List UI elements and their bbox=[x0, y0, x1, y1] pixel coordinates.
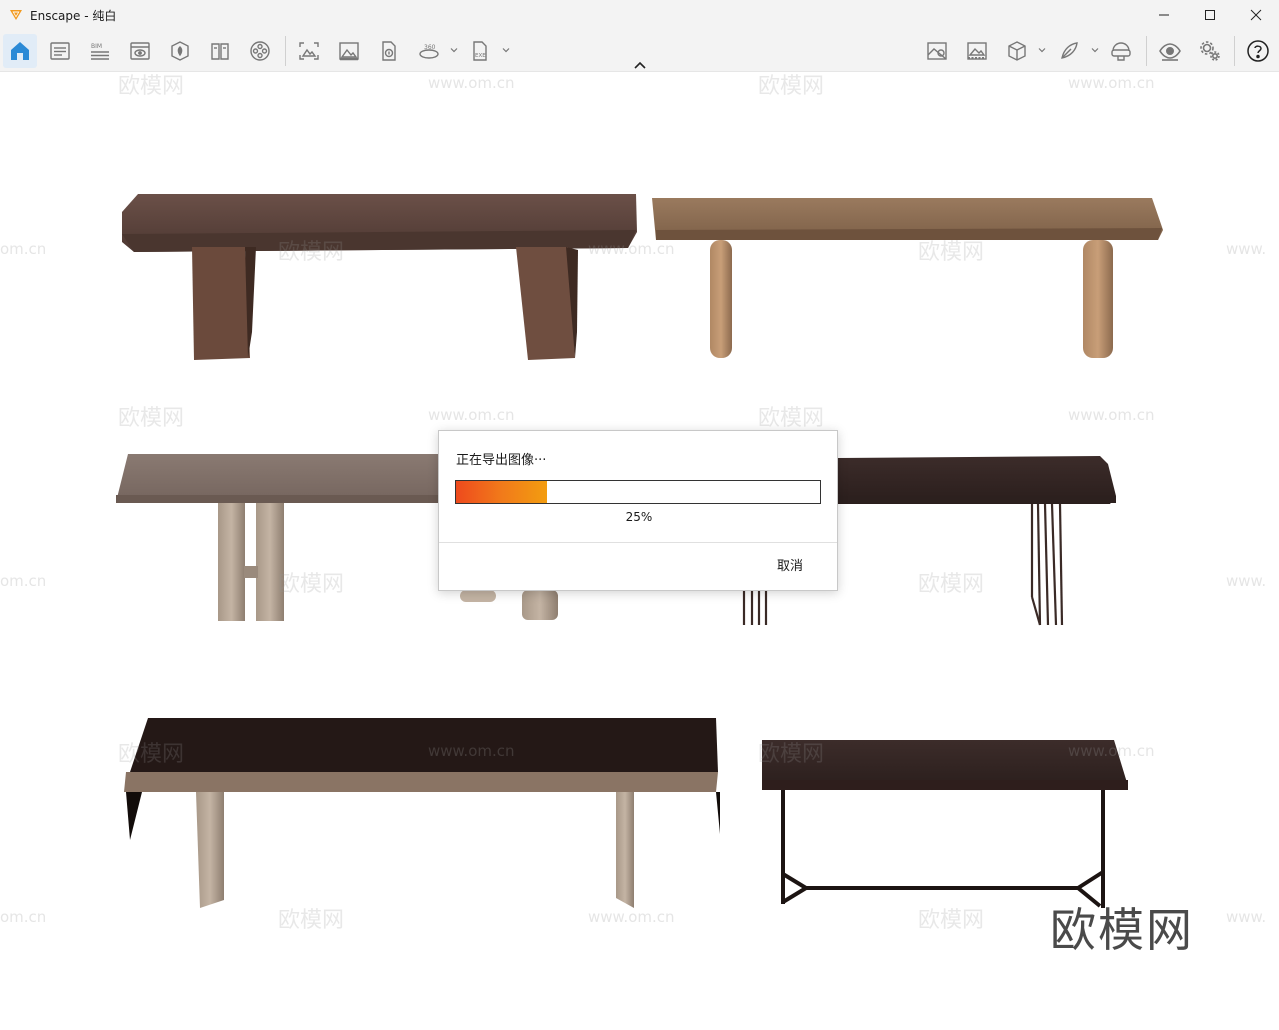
minimize-button[interactable] bbox=[1141, 0, 1187, 30]
toolbar-separator bbox=[1234, 36, 1235, 66]
render-gallery-button[interactable] bbox=[960, 34, 994, 68]
dialog-title: 正在导出图像··· bbox=[456, 453, 547, 468]
enscape-logo-icon bbox=[10, 10, 22, 20]
gears-icon bbox=[1200, 41, 1220, 61]
asset-library-icon bbox=[171, 41, 189, 61]
progress-percent-label: 25% bbox=[625, 510, 653, 524]
watermark-url-prefix: www. bbox=[1226, 572, 1267, 590]
toolbar-separator bbox=[1146, 36, 1147, 66]
image-icon bbox=[339, 42, 359, 61]
map-icon bbox=[927, 42, 947, 60]
eye-button[interactable] bbox=[1153, 34, 1187, 68]
cube-icon bbox=[1008, 41, 1026, 61]
watermark-brand: 欧模网 bbox=[918, 908, 985, 933]
bim-label: BIM bbox=[91, 43, 102, 50]
dialog-divider bbox=[439, 542, 837, 543]
exe-export-label: EXE bbox=[475, 53, 486, 59]
progress-fill bbox=[456, 481, 547, 503]
feather-button[interactable] bbox=[1052, 34, 1086, 68]
feather-dropdown-chevron-icon[interactable] bbox=[1090, 45, 1100, 55]
maximize-icon bbox=[1205, 10, 1215, 20]
watermark-brand: 欧模网 bbox=[758, 74, 825, 99]
panorama-360-label: 360 bbox=[424, 44, 436, 51]
toolbar-separator bbox=[285, 36, 286, 66]
window-controls bbox=[1141, 0, 1279, 30]
minimize-icon bbox=[1159, 14, 1169, 16]
view-icon bbox=[130, 42, 150, 60]
window-title: Enscape - 纯白 bbox=[30, 8, 117, 23]
watermark-brand: 欧模网 bbox=[278, 240, 345, 265]
eye-icon bbox=[1159, 43, 1181, 61]
settings-list-button[interactable] bbox=[43, 34, 77, 68]
watermark-url: www.om.cn bbox=[428, 406, 515, 424]
watermark-url-fragment: om.cn bbox=[0, 908, 47, 926]
panorama-360-icon: 360 bbox=[419, 44, 439, 59]
view-button[interactable] bbox=[123, 34, 157, 68]
close-icon bbox=[1250, 9, 1262, 21]
watermark-brand: 欧模网 bbox=[758, 742, 825, 767]
bench-walnut-round-legs bbox=[652, 198, 1163, 358]
upload-button[interactable] bbox=[372, 34, 406, 68]
panorama-dropdown-chevron-icon[interactable] bbox=[449, 45, 459, 55]
watermark-url: www.om.cn bbox=[428, 742, 515, 760]
watermark-url: www.om.cn bbox=[588, 908, 675, 926]
watermark-brand: 欧模网 bbox=[118, 742, 185, 767]
collapse-toolbar-chevron-icon[interactable] bbox=[632, 60, 648, 70]
material-book-button[interactable] bbox=[203, 34, 237, 68]
screenshot-icon bbox=[299, 42, 319, 60]
upload-icon bbox=[382, 41, 396, 61]
cube-button[interactable] bbox=[1000, 34, 1034, 68]
export-progress-bar bbox=[455, 480, 821, 504]
watermark-brand: 欧模网 bbox=[118, 406, 185, 431]
home-icon bbox=[11, 42, 29, 60]
exe-export-icon: EXE bbox=[473, 41, 487, 61]
bim-button[interactable]: BIM bbox=[83, 34, 117, 68]
enscape-window: Enscape - 纯白 BIM 360 EXE 欧模网 www.om.cn 欧… bbox=[0, 0, 1279, 1030]
bim-icon: BIM bbox=[91, 43, 109, 60]
settings-list-icon bbox=[50, 42, 70, 60]
cancel-button[interactable]: 取消 bbox=[765, 556, 815, 578]
image-button[interactable] bbox=[332, 34, 366, 68]
help-icon bbox=[1247, 40, 1269, 62]
exe-export-button[interactable]: EXE bbox=[463, 34, 497, 68]
help-button[interactable] bbox=[1241, 34, 1275, 68]
vr-headset-icon bbox=[1111, 42, 1131, 61]
brand-logo: 欧模网 bbox=[1050, 903, 1194, 957]
panorama-360-button[interactable]: 360 bbox=[412, 34, 446, 68]
video-reel-icon bbox=[250, 41, 270, 61]
watermark-brand: 欧模网 bbox=[758, 406, 825, 431]
watermark-url-prefix: www. bbox=[1226, 908, 1267, 926]
bench-rustic-slab bbox=[122, 194, 637, 360]
bench-long-dark-top bbox=[124, 718, 720, 908]
asset-library-button[interactable] bbox=[163, 34, 197, 68]
render-gallery-icon bbox=[967, 42, 987, 60]
vr-headset-button[interactable] bbox=[1104, 34, 1138, 68]
watermark-url: www.om.cn bbox=[428, 74, 515, 92]
watermark-url: www.om.cn bbox=[1068, 742, 1155, 760]
watermark-url: www.om.cn bbox=[588, 240, 675, 258]
watermark-brand: 欧模网 bbox=[918, 240, 985, 265]
cube-dropdown-chevron-icon[interactable] bbox=[1037, 45, 1047, 55]
watermark-url: www.om.cn bbox=[1068, 74, 1155, 92]
watermark-brand: 欧模网 bbox=[278, 908, 345, 933]
feather-icon bbox=[1061, 42, 1078, 59]
watermark-url-fragment: om.cn bbox=[0, 572, 47, 590]
video-reel-button[interactable] bbox=[243, 34, 277, 68]
maximize-button[interactable] bbox=[1187, 0, 1233, 30]
close-button[interactable] bbox=[1233, 0, 1279, 30]
watermark-url-prefix: www. bbox=[1226, 240, 1267, 258]
watermark-brand: 欧模网 bbox=[118, 74, 185, 99]
settings-button[interactable] bbox=[1193, 34, 1227, 68]
exe-dropdown-chevron-icon[interactable] bbox=[501, 45, 511, 55]
title-bar: Enscape - 纯白 bbox=[0, 0, 1279, 30]
material-book-icon bbox=[211, 43, 229, 60]
home-button[interactable] bbox=[3, 34, 37, 68]
map-button[interactable] bbox=[920, 34, 954, 68]
watermark-brand: 欧模网 bbox=[918, 572, 985, 597]
watermark-url-fragment: om.cn bbox=[0, 240, 47, 258]
watermark-brand: 欧模网 bbox=[278, 572, 345, 597]
screenshot-button[interactable] bbox=[292, 34, 326, 68]
export-progress-dialog: 正在导出图像··· 25% 取消 bbox=[438, 430, 838, 591]
watermark-url: www.om.cn bbox=[1068, 406, 1155, 424]
